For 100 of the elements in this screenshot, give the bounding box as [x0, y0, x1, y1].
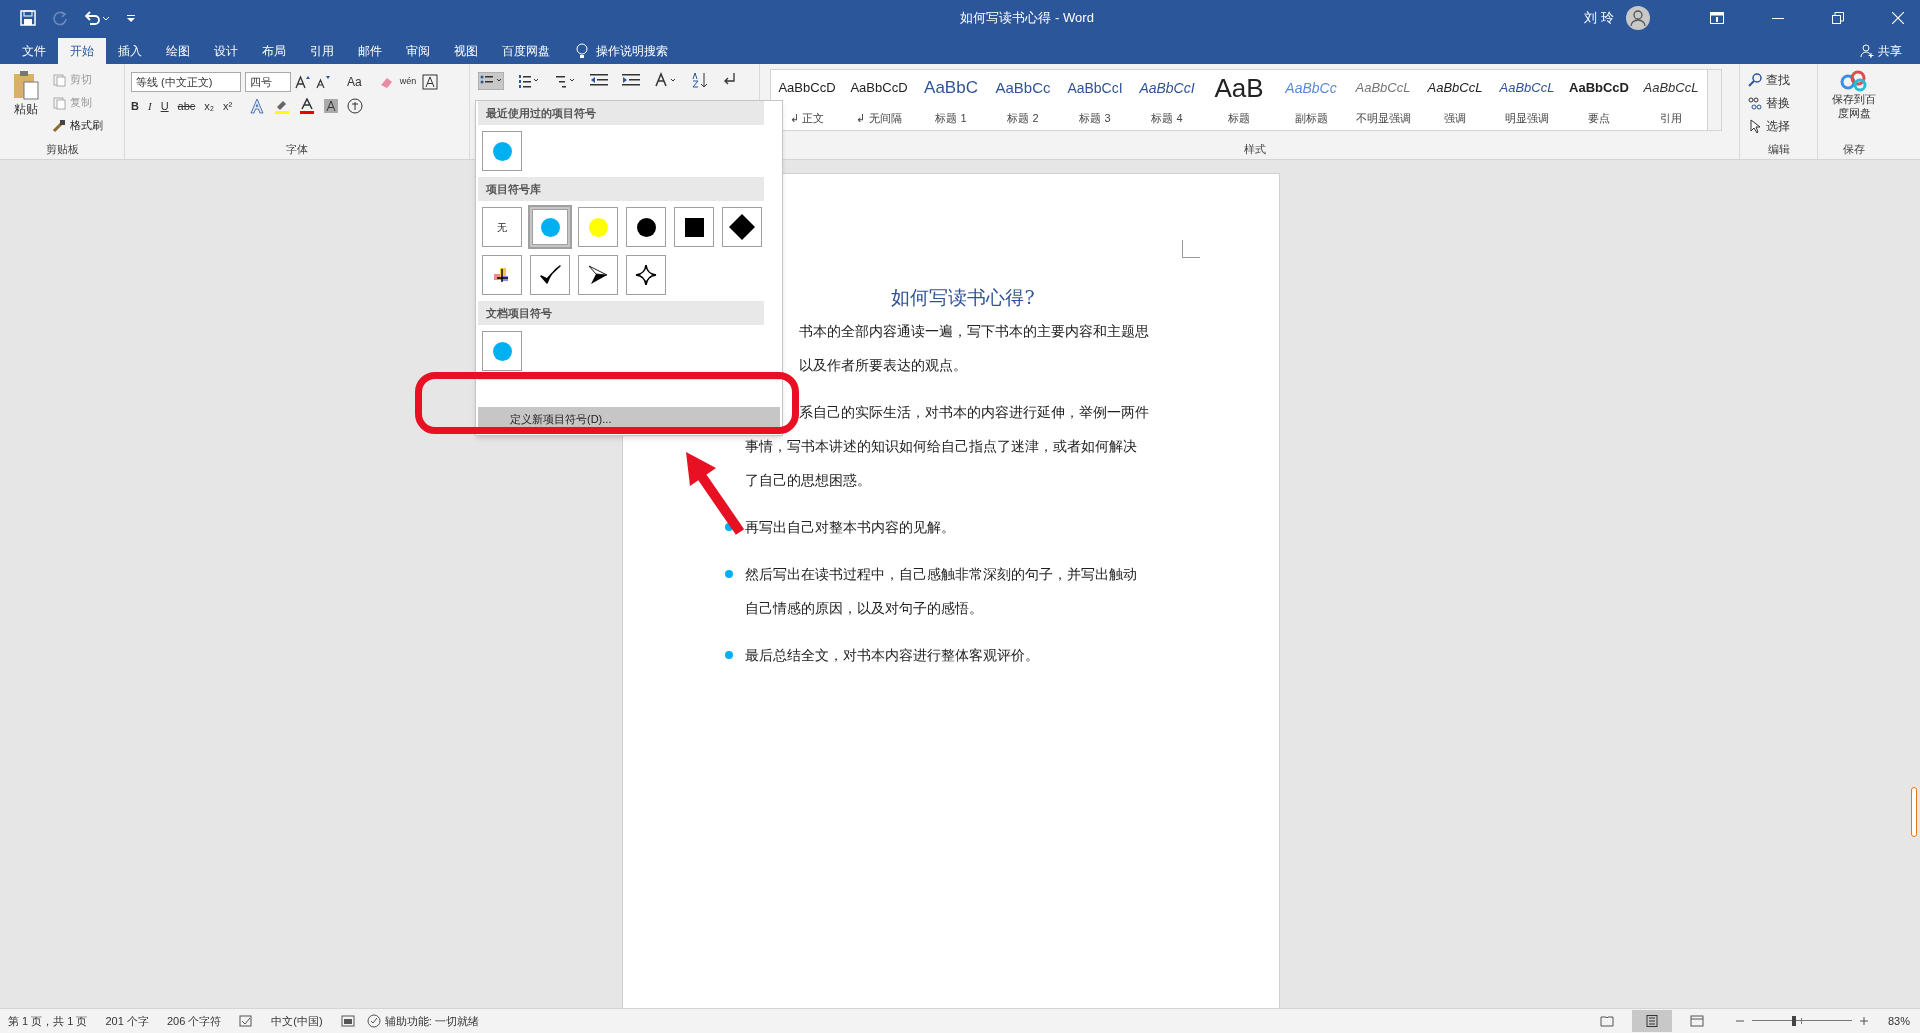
ribbon-tab[interactable]: 设计 [202, 38, 250, 64]
bullet-option[interactable] [576, 253, 620, 297]
style-name: 副标题 [1294, 110, 1328, 126]
bullet-option[interactable]: 无 [480, 205, 524, 249]
style-name: 标题 [1228, 110, 1250, 126]
numbered-list-icon[interactable] [518, 72, 540, 90]
change-case-button[interactable]: Aa [343, 73, 366, 91]
format-button[interactable]: x² [223, 98, 233, 115]
ribbon-tab[interactable]: 绘图 [154, 38, 202, 64]
editing-command[interactable]: 替换 [1766, 93, 1790, 112]
format-button[interactable]: I [147, 98, 152, 115]
enclose-character-icon[interactable] [347, 98, 364, 115]
grow-font-icon[interactable] [295, 74, 311, 90]
sort-icon[interactable] [692, 72, 708, 88]
style-name: 强调 [1444, 110, 1466, 126]
paste-button[interactable]: 粘贴 [14, 100, 38, 118]
ribbon-tab[interactable]: 百度网盘 [490, 38, 562, 64]
ribbon-tab[interactable]: 开始 [58, 38, 106, 64]
font-name-field[interactable]: 等线 (中文正文) [131, 72, 241, 92]
style-name: 标题 1 [935, 110, 967, 126]
phonetic-guide-button[interactable]: wén [397, 75, 419, 89]
ribbon-tab[interactable]: 插入 [106, 38, 154, 64]
ribbon-tab[interactable]: 审阅 [394, 38, 442, 64]
clipboard-icon[interactable] [12, 70, 40, 100]
style-gallery-item[interactable]: AaBbCcI 标题 3 [1059, 70, 1131, 130]
font-color-icon[interactable] [299, 98, 316, 115]
page-count[interactable]: 第 1 页，共 1 页 [8, 1012, 88, 1030]
highlight-icon[interactable] [274, 98, 291, 115]
style-gallery-item[interactable]: AaBbC 标题 1 [915, 70, 987, 130]
share-button[interactable]: 共享 [1878, 42, 1902, 60]
cloud-icon[interactable] [1840, 70, 1868, 92]
proofing-icon[interactable] [239, 1015, 254, 1027]
decrease-indent-icon[interactable] [590, 72, 608, 88]
shrink-font-icon[interactable] [315, 74, 331, 90]
format-button[interactable]: abc [177, 98, 196, 115]
bullet-option[interactable] [672, 205, 716, 249]
zoom-in-icon[interactable] [1859, 1017, 1868, 1025]
zoom-slider-thumb[interactable] [1791, 1016, 1796, 1026]
editing-command[interactable]: 选择 [1766, 116, 1790, 135]
ribbon-tab[interactable]: 布局 [250, 38, 298, 64]
style-gallery-item[interactable]: AaBbCcI 标题 4 [1131, 70, 1203, 130]
text-effects-icon[interactable] [249, 98, 266, 115]
clipboard-command[interactable]: 格式刷 [70, 117, 103, 134]
bullet-list-icon[interactable] [478, 72, 504, 90]
restore-icon[interactable] [1832, 12, 1844, 24]
undo-icon[interactable] [84, 10, 110, 26]
asian-layout-icon[interactable] [654, 72, 678, 88]
bullet-option[interactable] [528, 253, 572, 297]
ribbon-tab[interactable]: 视图 [442, 38, 490, 64]
scroll-thumb[interactable] [1911, 787, 1917, 837]
style-gallery-item[interactable]: AaBbCcL 引用 [1635, 70, 1707, 130]
customize-icon[interactable] [126, 13, 136, 23]
style-preview: AaBbCcD [1569, 79, 1629, 97]
save-to-cloud-button[interactable]: 保存到百度网盘 [1828, 92, 1880, 120]
close-icon[interactable] [1892, 12, 1904, 24]
character-shading-icon[interactable] [324, 99, 339, 114]
web-layout-icon[interactable] [1689, 1015, 1704, 1027]
menu-section-heading: 文档项目符号 [478, 301, 764, 325]
editing-command[interactable]: 查找 [1766, 70, 1790, 89]
ribbon-tab[interactable]: 文件 [10, 38, 58, 64]
style-gallery-item[interactable]: AaBbCcL 明显强调 [1491, 70, 1563, 130]
language-status[interactable]: 中文(中国) [271, 1012, 323, 1030]
brush-icon[interactable] [52, 118, 66, 133]
accessibility-status[interactable]: 辅助功能: 一切就绪 [384, 1012, 479, 1030]
style-gallery-item[interactable]: AaBbCcD ↲ 无间隔 [843, 70, 915, 130]
increase-indent-icon[interactable] [622, 72, 640, 88]
format-button[interactable]: x₂ [204, 98, 215, 115]
format-button[interactable]: B [131, 98, 139, 115]
bullet-option[interactable] [624, 205, 668, 249]
save-icon[interactable] [20, 10, 36, 26]
zoom-level[interactable]: 83% [1887, 1012, 1910, 1030]
zoom-slider[interactable] [1751, 1016, 1852, 1026]
tell-me-search[interactable]: 操作说明搜索 [596, 42, 668, 60]
style-gallery-item[interactable]: AaBbCcL 不明显强调 [1347, 70, 1419, 130]
bullet-option[interactable] [720, 205, 764, 249]
print-layout-button[interactable] [1631, 1010, 1672, 1032]
macro-icon[interactable] [340, 1015, 355, 1027]
paragraph-mark-icon[interactable] [722, 72, 736, 86]
avatar-icon[interactable] [1626, 6, 1650, 30]
cursor-icon[interactable] [1748, 118, 1762, 133]
lightbulb-icon[interactable] [576, 43, 588, 59]
ribbon-tab[interactable]: 邮件 [346, 38, 394, 64]
paragraph-line: 书本的全部内容通读一遍，写下书本的主要内容和主题思 [799, 321, 1149, 341]
format-button[interactable]: U [160, 98, 169, 115]
style-gallery-item[interactable]: AaBbCc 副标题 [1275, 70, 1347, 130]
style-gallery-item[interactable]: AaBbCc 标题 2 [987, 70, 1059, 130]
character-count[interactable]: 206 个字符 [166, 1012, 222, 1030]
style-gallery-item[interactable]: AaBbCcD 要点 [1563, 70, 1635, 130]
ribbon-display-icon[interactable] [1710, 12, 1724, 24]
style-name: 不明显强调 [1355, 110, 1411, 126]
word-count[interactable]: 201 个字 [105, 1012, 149, 1030]
font-size-field[interactable]: 四号 [245, 72, 291, 92]
style-gallery-item[interactable]: AaBbCcL 强调 [1419, 70, 1491, 130]
search-icon[interactable] [1748, 72, 1762, 87]
read-mode-icon[interactable] [1599, 1015, 1614, 1027]
character-border-icon[interactable] [422, 74, 439, 90]
bullet-option[interactable] [624, 253, 668, 297]
style-gallery-item[interactable]: AaB 标题 [1203, 70, 1275, 130]
ribbon-tab[interactable]: 引用 [298, 38, 346, 64]
bullet-option[interactable] [480, 253, 524, 297]
